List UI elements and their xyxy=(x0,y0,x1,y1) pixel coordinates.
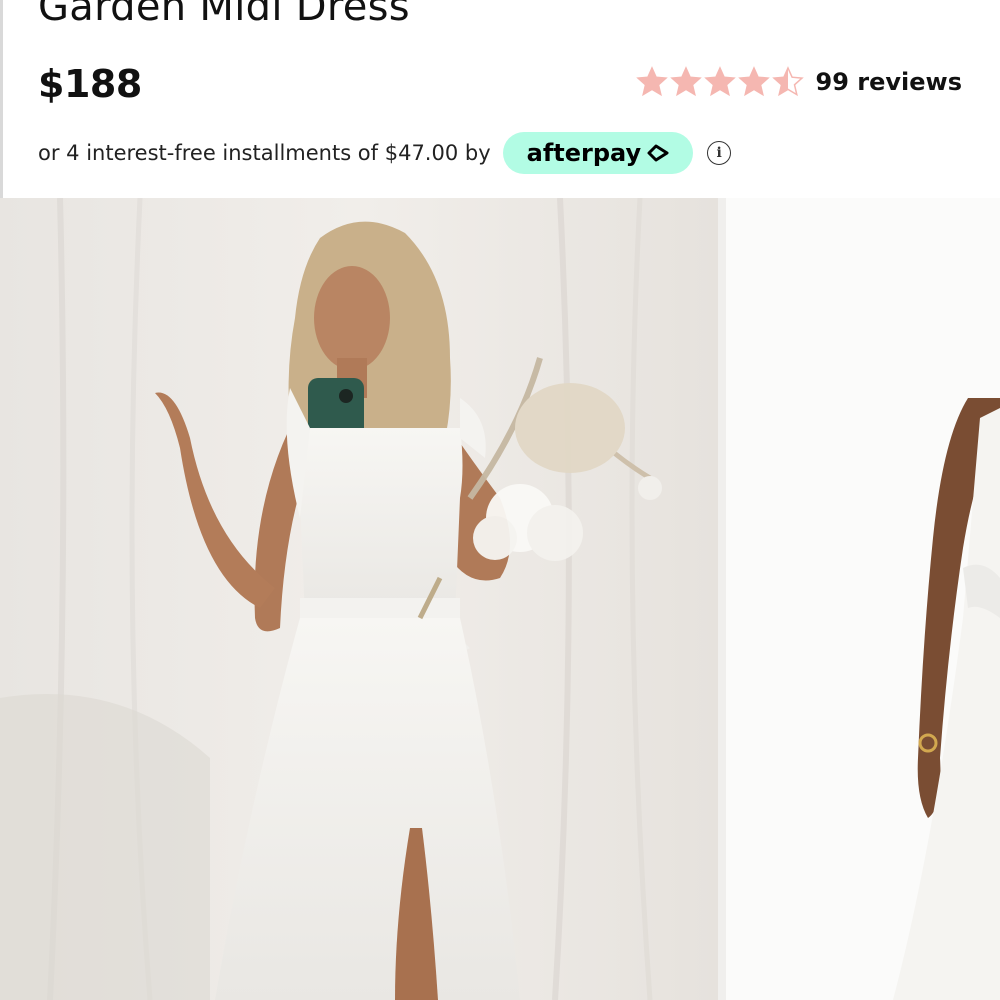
model-with-bouquet-photo xyxy=(0,198,718,1000)
product-gallery[interactable] xyxy=(0,198,1000,1000)
reviews-link[interactable]: 99 reviews xyxy=(816,68,962,96)
afterpay-logo-text: afterpay xyxy=(526,139,642,167)
afterpay-installments: or 4 interest-free installments of $47.0… xyxy=(38,132,732,174)
star-icon xyxy=(703,66,736,97)
info-icon[interactable]: i xyxy=(707,141,732,165)
installments-text: or 4 interest-free installments of $47.0… xyxy=(38,141,491,165)
product-image-1[interactable] xyxy=(0,198,718,1000)
afterpay-badge[interactable]: afterpay xyxy=(502,132,694,174)
star-icon xyxy=(737,66,770,97)
product-title: Garden Midi Dress xyxy=(38,0,410,30)
product-price: $188 xyxy=(38,62,142,106)
rating-stars xyxy=(635,66,804,98)
side-model-photo xyxy=(718,198,1000,1000)
star-icon xyxy=(771,66,804,97)
star-icon xyxy=(669,66,702,97)
product-rating[interactable]: 99 reviews xyxy=(635,66,962,98)
afterpay-arrows-icon xyxy=(647,144,669,162)
product-image-2[interactable] xyxy=(718,198,1000,1000)
star-icon xyxy=(635,66,668,97)
